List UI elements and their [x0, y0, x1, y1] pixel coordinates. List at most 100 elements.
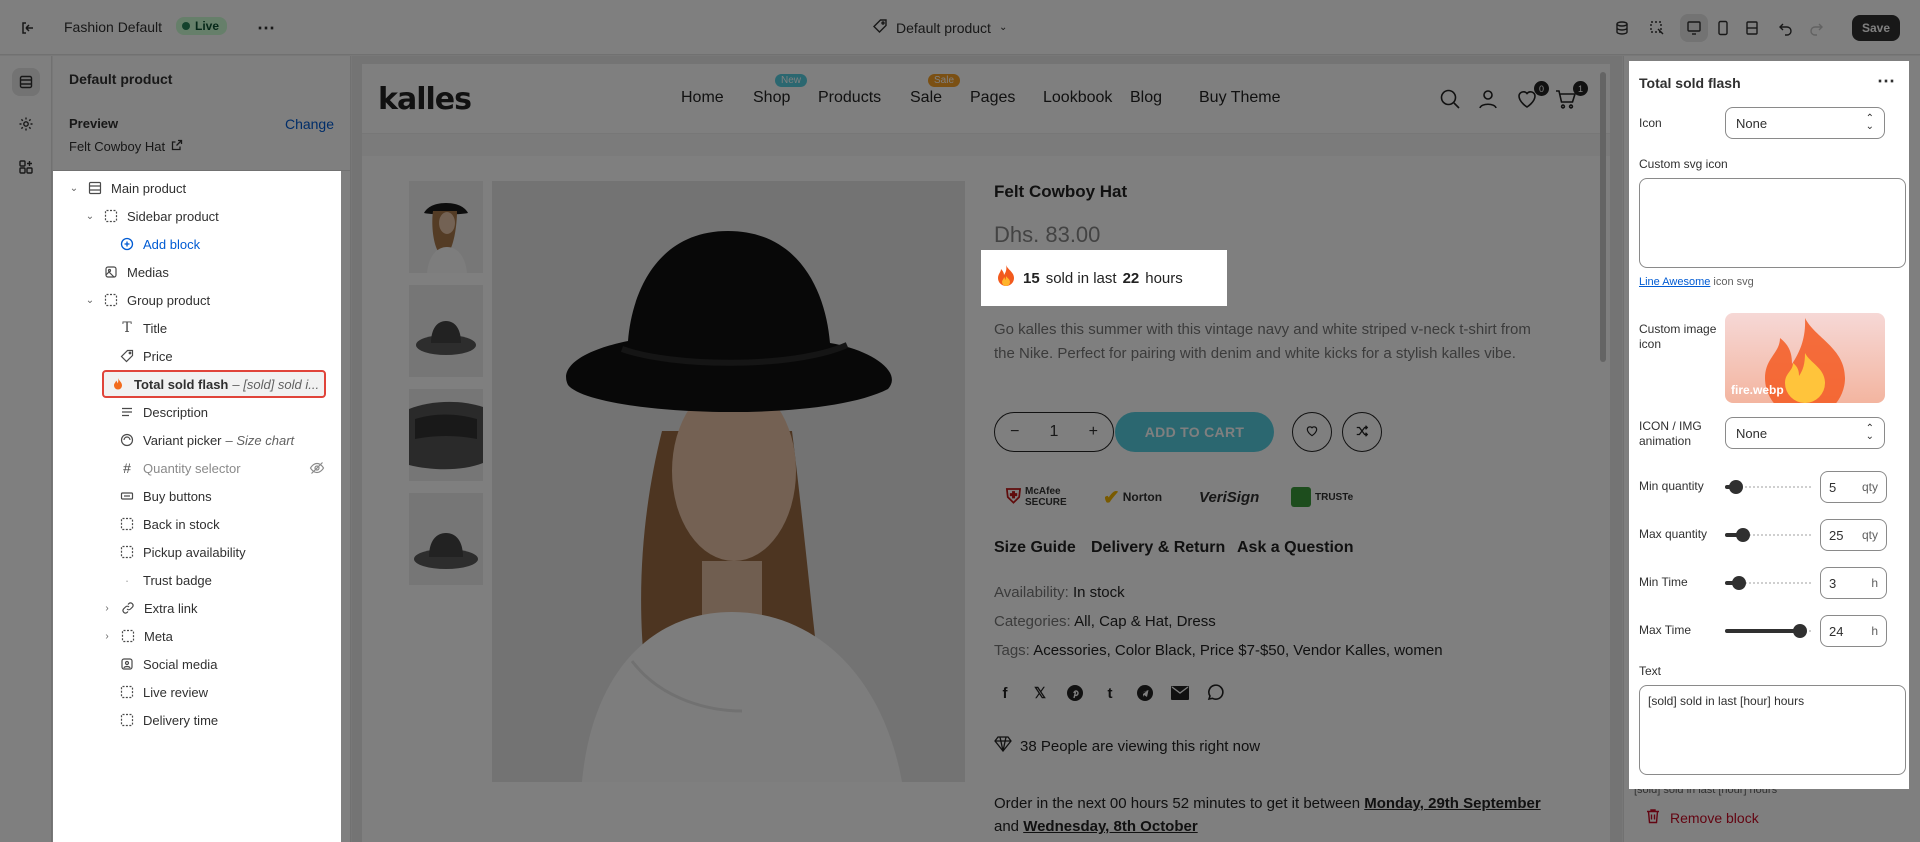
- tree-item-trust-badge[interactable]: · Trust badge: [119, 566, 212, 594]
- nav-products[interactable]: Products: [818, 89, 881, 107]
- text-textarea[interactable]: [sold] sold in last [hour] hours: [1639, 685, 1906, 775]
- more-actions-button[interactable]: ⋯: [252, 14, 280, 42]
- custom-image-picker[interactable]: fire.webp: [1725, 313, 1885, 403]
- account-icon[interactable]: [1476, 87, 1500, 111]
- nav-buy-theme[interactable]: Buy Theme: [1199, 89, 1281, 107]
- max-quantity-input[interactable]: 25 qty: [1820, 519, 1887, 551]
- desktop-view-button[interactable]: [1680, 14, 1708, 42]
- trust-norton: ✔ Norton: [1103, 482, 1162, 512]
- change-link[interactable]: Change: [285, 116, 334, 132]
- tree-item-back-in-stock[interactable]: Back in stock: [119, 510, 220, 538]
- database-button[interactable]: [1608, 14, 1636, 42]
- facebook-icon[interactable]: f: [994, 682, 1016, 704]
- tumblr-icon[interactable]: t: [1099, 682, 1121, 704]
- tree-item-main-product[interactable]: ⌄ Main product: [69, 174, 186, 202]
- slider-handle[interactable]: [1732, 576, 1747, 590]
- tree-item-price[interactable]: Price: [119, 342, 173, 370]
- quantity-value[interactable]: 1: [1050, 423, 1059, 441]
- max-time-slider[interactable]: [1725, 623, 1811, 639]
- remove-block-button[interactable]: Remove block: [1646, 808, 1759, 827]
- nav-home[interactable]: Home: [681, 89, 724, 107]
- tab-size-guide[interactable]: Size Guide: [994, 539, 1076, 557]
- tree-item-delivery-time[interactable]: Delivery time: [119, 706, 218, 734]
- product-thumbnail[interactable]: [409, 493, 483, 585]
- tree-item-social-media[interactable]: Social media: [119, 650, 217, 678]
- settings-gear-icon[interactable]: [12, 110, 40, 138]
- theme-name: Fashion Default: [64, 19, 163, 35]
- whatsapp-icon[interactable]: [1204, 682, 1226, 704]
- tree-item-title[interactable]: T Title: [119, 314, 167, 342]
- tree-item-meta[interactable]: › Meta: [102, 622, 173, 650]
- search-icon[interactable]: [1438, 87, 1462, 111]
- min-time-input[interactable]: 3h: [1820, 567, 1887, 599]
- telegram-icon[interactable]: [1134, 682, 1156, 704]
- product-main-image[interactable]: [492, 181, 965, 782]
- x-twitter-icon[interactable]: 𝕏: [1029, 682, 1051, 704]
- eye-hidden-icon[interactable]: [309, 460, 325, 479]
- apps-icon[interactable]: [12, 153, 40, 181]
- minus-icon[interactable]: −: [1010, 423, 1019, 441]
- tree-item-variant-picker[interactable]: Variant picker – Size chart: [119, 426, 294, 454]
- preview-label: Preview: [69, 116, 119, 131]
- mobile-view-button[interactable]: [1709, 14, 1737, 42]
- categories-value[interactable]: All, Cap & Hat, Dress: [1074, 613, 1216, 630]
- tree-item-extra-link[interactable]: › Extra link: [102, 594, 197, 622]
- nav-shop[interactable]: Shop: [753, 89, 790, 107]
- tree-item-sidebar-product[interactable]: ⌄ Sidebar product: [85, 202, 219, 230]
- slider-handle[interactable]: [1793, 624, 1808, 638]
- mobile-icon: [1709, 14, 1737, 42]
- slider-handle[interactable]: [1728, 480, 1743, 494]
- min-quantity-input[interactable]: 5 qty: [1820, 471, 1887, 503]
- email-icon[interactable]: [1169, 682, 1191, 704]
- fullwidth-view-button[interactable]: [1738, 14, 1766, 42]
- tab-delivery-return[interactable]: Delivery & Return: [1091, 539, 1225, 557]
- min-time-slider[interactable]: [1725, 575, 1811, 591]
- template-selector[interactable]: Default product ⌄: [872, 18, 1007, 37]
- tab-ask-question[interactable]: Ask a Question: [1237, 539, 1353, 557]
- inspector-button[interactable]: [1643, 14, 1671, 42]
- tree-item-live-review[interactable]: Live review: [119, 678, 208, 706]
- product-thumbnail[interactable]: [409, 285, 483, 377]
- compare-button[interactable]: [1342, 412, 1382, 452]
- tree-item-total-sold-flash[interactable]: Total sold flash – [sold] sold i...: [102, 370, 326, 398]
- tree-item-group-product[interactable]: ⌄ Group product: [85, 286, 210, 314]
- tree-item-description[interactable]: Description: [119, 398, 208, 426]
- max-quantity-slider[interactable]: [1725, 527, 1811, 543]
- nav-sale[interactable]: Sale: [910, 89, 942, 107]
- tree-item-pickup-availability[interactable]: Pickup availability: [119, 538, 246, 566]
- tree-label: Trust badge: [143, 572, 212, 588]
- undo-button[interactable]: [1772, 14, 1800, 42]
- icon-select[interactable]: None ⌃ ⌄: [1725, 107, 1885, 139]
- product-thumbnail[interactable]: [409, 389, 483, 481]
- sections-icon[interactable]: [12, 68, 40, 96]
- nav-pages[interactable]: Pages: [970, 89, 1015, 107]
- max-time-input[interactable]: 24 h: [1820, 615, 1887, 647]
- line-awesome-link[interactable]: Line Awesome: [1639, 276, 1710, 288]
- tree-item-buy-buttons[interactable]: Buy buttons: [119, 482, 212, 510]
- save-button[interactable]: Save: [1852, 15, 1901, 41]
- animation-select[interactable]: None ⌃ ⌄: [1725, 417, 1885, 449]
- tree-item-medias[interactable]: Medias: [103, 258, 169, 286]
- preview-scrollbar[interactable]: [1600, 72, 1606, 362]
- plus-icon[interactable]: +: [1089, 423, 1098, 441]
- add-to-cart-button[interactable]: ADD TO CART: [1115, 412, 1274, 452]
- pinterest-icon[interactable]: [1064, 682, 1086, 704]
- redo-button[interactable]: [1802, 14, 1830, 42]
- min-quantity-slider[interactable]: [1725, 479, 1811, 495]
- preview-product-link[interactable]: Felt Cowboy Hat: [69, 139, 183, 154]
- more-options-icon[interactable]: ⋯: [1877, 71, 1895, 92]
- nav-blog[interactable]: Blog: [1130, 89, 1162, 107]
- product-thumbnail[interactable]: [409, 181, 483, 273]
- slider-handle[interactable]: [1735, 528, 1750, 542]
- trust-label: TRUSTe: [1315, 491, 1354, 503]
- quantity-stepper[interactable]: − 1 +: [994, 412, 1114, 452]
- store-logo[interactable]: kalles: [378, 82, 472, 117]
- total-sold-flash[interactable]: 15 sold in last 22 hours: [981, 250, 1227, 306]
- add-block-button[interactable]: Add block: [119, 230, 200, 258]
- exit-button[interactable]: [14, 14, 42, 42]
- tree-item-quantity-selector[interactable]: # Quantity selector: [119, 454, 325, 482]
- custom-svg-textarea[interactable]: [1639, 178, 1906, 268]
- nav-lookbook[interactable]: Lookbook: [1043, 89, 1112, 107]
- tags-value[interactable]: Acessories, Color Black, Price $7-$50, V…: [1033, 642, 1442, 659]
- wishlist-button[interactable]: [1292, 412, 1332, 452]
